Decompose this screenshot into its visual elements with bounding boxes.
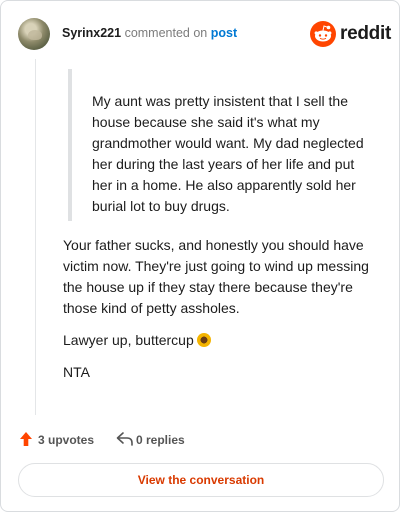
username-link[interactable]: Syrinx221 xyxy=(62,26,121,40)
quoted-text-block: My aunt was pretty insistent that I sell… xyxy=(68,69,368,221)
comment-meta: Syrinx221 commented on post xyxy=(62,26,237,40)
view-conversation-button[interactable]: View the conversation xyxy=(18,463,384,497)
comment-verdict: NTA xyxy=(63,364,90,380)
comment-card: Syrinx221 commented on post reddit My au… xyxy=(0,0,400,512)
upvote-arrow-icon[interactable] xyxy=(19,431,33,447)
post-link[interactable]: post xyxy=(211,26,237,40)
commented-on-text: commented on xyxy=(124,26,208,40)
upvote-count: 3 upvotes xyxy=(38,433,95,447)
comment-header: Syrinx221 commented on post reddit xyxy=(16,16,391,52)
comment-paragraph-text: Lawyer up, buttercup xyxy=(63,332,194,348)
comment-actions: 3 upvotes 0 replies xyxy=(19,429,319,449)
sunflower-emoji-icon xyxy=(196,333,211,347)
reddit-logo[interactable]: reddit xyxy=(310,21,391,47)
comment-paragraph: Your father sucks, and honestly you shou… xyxy=(63,237,369,316)
thread-line xyxy=(35,59,36,415)
comment-body: Your father sucks, and honestly you shou… xyxy=(63,235,381,394)
reddit-logo-icon xyxy=(310,21,336,47)
reply-arrow-icon[interactable] xyxy=(116,431,134,447)
comment-paragraph-lawyer: Lawyer up, buttercup xyxy=(63,330,381,351)
user-avatar[interactable] xyxy=(18,18,50,50)
reddit-wordmark: reddit xyxy=(340,23,391,44)
quoted-text: My aunt was pretty insistent that I sell… xyxy=(92,93,364,214)
reply-count: 0 replies xyxy=(136,433,185,447)
